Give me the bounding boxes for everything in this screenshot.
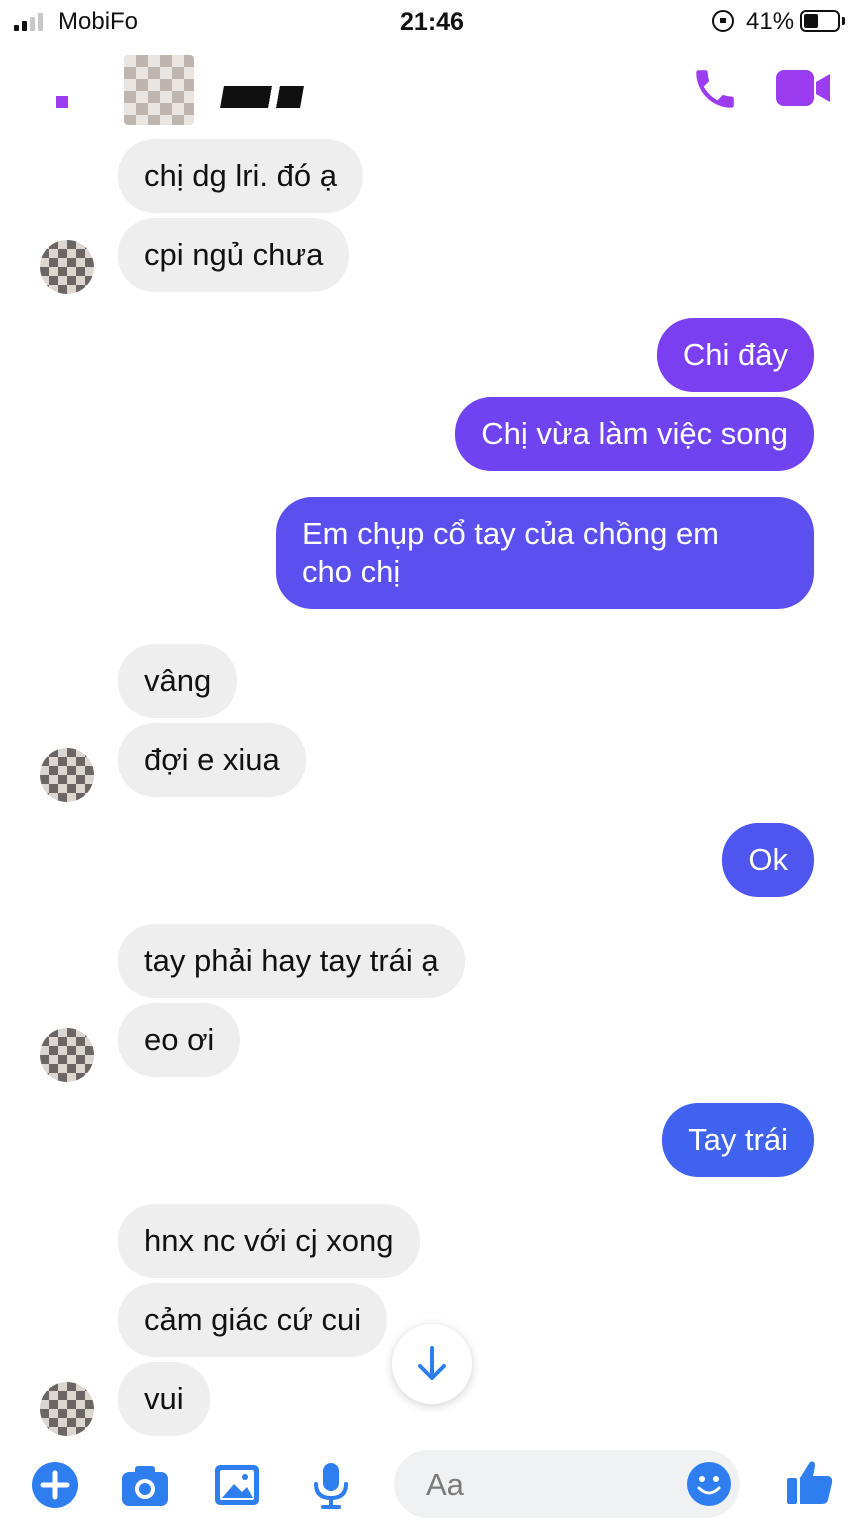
- status-bar: MobiFo 21:46 41%: [0, 0, 864, 44]
- emoji-icon[interactable]: [686, 1461, 732, 1507]
- plus-icon[interactable]: [30, 1460, 80, 1510]
- sender-avatar[interactable]: [40, 1028, 94, 1082]
- arrow-down-icon: [418, 1346, 446, 1380]
- sender-avatar[interactable]: [40, 748, 94, 802]
- scroll-to-bottom-button[interactable]: [392, 1324, 472, 1404]
- back-icon[interactable]: [56, 96, 68, 108]
- message-outgoing-multiline[interactable]: Em chụp cổ tay của chồng em cho chị: [276, 497, 814, 609]
- image-icon[interactable]: [212, 1460, 262, 1510]
- message-incoming[interactable]: đợi e xiua: [118, 723, 306, 797]
- sender-avatar[interactable]: [40, 1382, 94, 1436]
- message-incoming[interactable]: cảm giác cứ cui: [118, 1283, 388, 1357]
- message-outgoing[interactable]: Chi đây: [656, 318, 814, 392]
- message-incoming[interactable]: hnx nc với cj xong: [118, 1204, 420, 1278]
- message-line: cho chị: [302, 554, 401, 589]
- video-camera-icon[interactable]: [776, 68, 832, 108]
- message-incoming[interactable]: vui: [118, 1362, 210, 1436]
- contact-avatar[interactable]: [124, 55, 194, 125]
- battery-icon: [800, 10, 840, 32]
- message-outgoing[interactable]: Ok: [722, 823, 814, 897]
- message-incoming[interactable]: eo ơi: [118, 1003, 241, 1077]
- message-line: Em chụp cổ tay của chồng em: [302, 516, 720, 551]
- message-outgoing[interactable]: Chị vừa làm việc song: [455, 397, 814, 471]
- status-time: 21:46: [400, 8, 464, 36]
- message-input[interactable]: [424, 1462, 668, 1508]
- battery-percentage: 41%: [746, 8, 795, 35]
- contact-name-redacted[interactable]: [220, 86, 304, 108]
- microphone-icon[interactable]: [306, 1460, 356, 1510]
- sender-avatar[interactable]: [40, 240, 94, 294]
- message-incoming[interactable]: chị dg lri. đó ạ: [118, 139, 363, 213]
- phone-icon[interactable]: [690, 64, 740, 114]
- rotation-lock-icon: [712, 10, 734, 32]
- battery-nub: [842, 17, 845, 25]
- message-outgoing[interactable]: Tay trái: [662, 1103, 814, 1177]
- thumbs-up-icon[interactable]: [784, 1456, 836, 1508]
- message-incoming[interactable]: vâng: [118, 644, 238, 718]
- message-incoming[interactable]: cpi ngủ chưa: [118, 218, 350, 292]
- message-incoming[interactable]: tay phải hay tay trái ạ: [118, 924, 465, 998]
- camera-icon[interactable]: [120, 1460, 170, 1510]
